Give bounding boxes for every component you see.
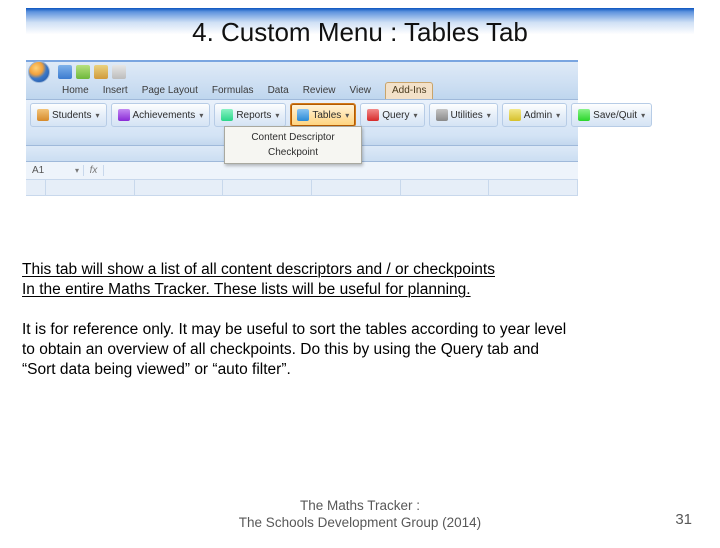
footer: The Maths Tracker : The Schools Developm… [0,498,720,532]
slide-title-bar: 4. Custom Menu : Tables Tab [26,8,694,56]
column-header[interactable] [401,180,490,196]
body-line: In the entire Maths Tracker. These lists… [22,281,471,298]
chevron-down-icon: ▾ [487,111,491,120]
save-quit-button[interactable]: Save/Quit ▾ [571,103,652,127]
chevron-down-icon: ▾ [275,111,279,120]
tab-formulas[interactable]: Formulas [212,83,254,99]
quick-access-toolbar [26,62,578,82]
office-button-icon[interactable] [28,61,50,83]
ribbon-tabs: Home Insert Page Layout Formulas Data Re… [26,82,578,100]
admin-icon [509,109,521,121]
tab-insert[interactable]: Insert [103,83,128,99]
tables-label: Tables [312,110,341,121]
column-header[interactable] [489,180,578,196]
tables-dropdown: Content Descriptor Checkpoint [224,126,362,164]
dropdown-item-content-descriptor[interactable]: Content Descriptor [228,130,358,145]
query-button[interactable]: Query ▾ [360,103,424,127]
utilities-button[interactable]: Utilities ▾ [429,103,498,127]
students-icon [37,109,49,121]
utilities-icon [436,109,448,121]
body-line: to obtain an overview of all checkpoints… [22,341,539,358]
admin-label: Admin [524,110,552,121]
admin-button[interactable]: Admin ▾ [502,103,567,127]
footer-line-2: The Schools Development Group (2014) [239,515,481,530]
footer-line-1: The Maths Tracker : [300,498,420,513]
print-icon[interactable] [112,65,126,79]
body-line: This tab will show a list of all content… [22,261,495,278]
body-line: “Sort data being viewed” or “auto filter… [22,361,291,378]
body-paragraph-1: This tab will show a list of all content… [22,260,698,300]
column-header[interactable] [135,180,224,196]
tab-home[interactable]: Home [62,83,89,99]
select-all-corner[interactable] [26,180,46,196]
achievements-label: Achievements [133,110,196,121]
chevron-down-icon: ▾ [641,111,645,120]
achievements-icon [118,109,130,121]
body-paragraph-2: It is for reference only. It may be usef… [22,320,698,379]
body-line: It is for reference only. It may be usef… [22,321,566,338]
tab-view[interactable]: View [349,83,371,99]
column-header[interactable] [312,180,401,196]
formula-bar: A1 fx [26,162,578,180]
query-icon [367,109,379,121]
excel-ribbon-screenshot: Home Insert Page Layout Formulas Data Re… [26,60,578,196]
chevron-down-icon: ▾ [414,111,418,120]
reports-icon [221,109,233,121]
chevron-down-icon: ▾ [345,111,349,120]
chevron-down-icon: ▾ [199,111,203,120]
reports-label: Reports [236,110,271,121]
tables-icon [297,109,309,121]
fx-icon[interactable]: fx [84,165,104,176]
ribbon-body: Students ▾ Achievements ▾ Reports ▾ Tabl… [26,100,578,146]
column-headers [26,180,578,196]
reports-button[interactable]: Reports ▾ [214,103,286,127]
chevron-down-icon: ▾ [95,111,99,120]
name-box[interactable]: A1 [26,165,84,176]
query-label: Query [382,110,409,121]
achievements-button[interactable]: Achievements ▾ [111,103,211,127]
tables-button[interactable]: Tables ▾ [290,103,356,127]
redo-icon[interactable] [94,65,108,79]
column-header[interactable] [223,180,312,196]
dropdown-item-checkpoint[interactable]: Checkpoint [228,145,358,160]
utilities-label: Utilities [451,110,483,121]
students-button[interactable]: Students ▾ [30,103,107,127]
tab-review[interactable]: Review [303,83,336,99]
tab-page-layout[interactable]: Page Layout [142,83,198,99]
tab-data[interactable]: Data [268,83,289,99]
tab-add-ins[interactable]: Add-Ins [385,82,433,99]
save-icon[interactable] [58,65,72,79]
page-number: 31 [675,511,692,528]
undo-icon[interactable] [76,65,90,79]
students-label: Students [52,110,91,121]
save-quit-icon [578,109,590,121]
slide-title: 4. Custom Menu : Tables Tab [192,17,528,48]
save-quit-label: Save/Quit [593,110,637,121]
column-header[interactable] [46,180,135,196]
chevron-down-icon: ▾ [556,111,560,120]
